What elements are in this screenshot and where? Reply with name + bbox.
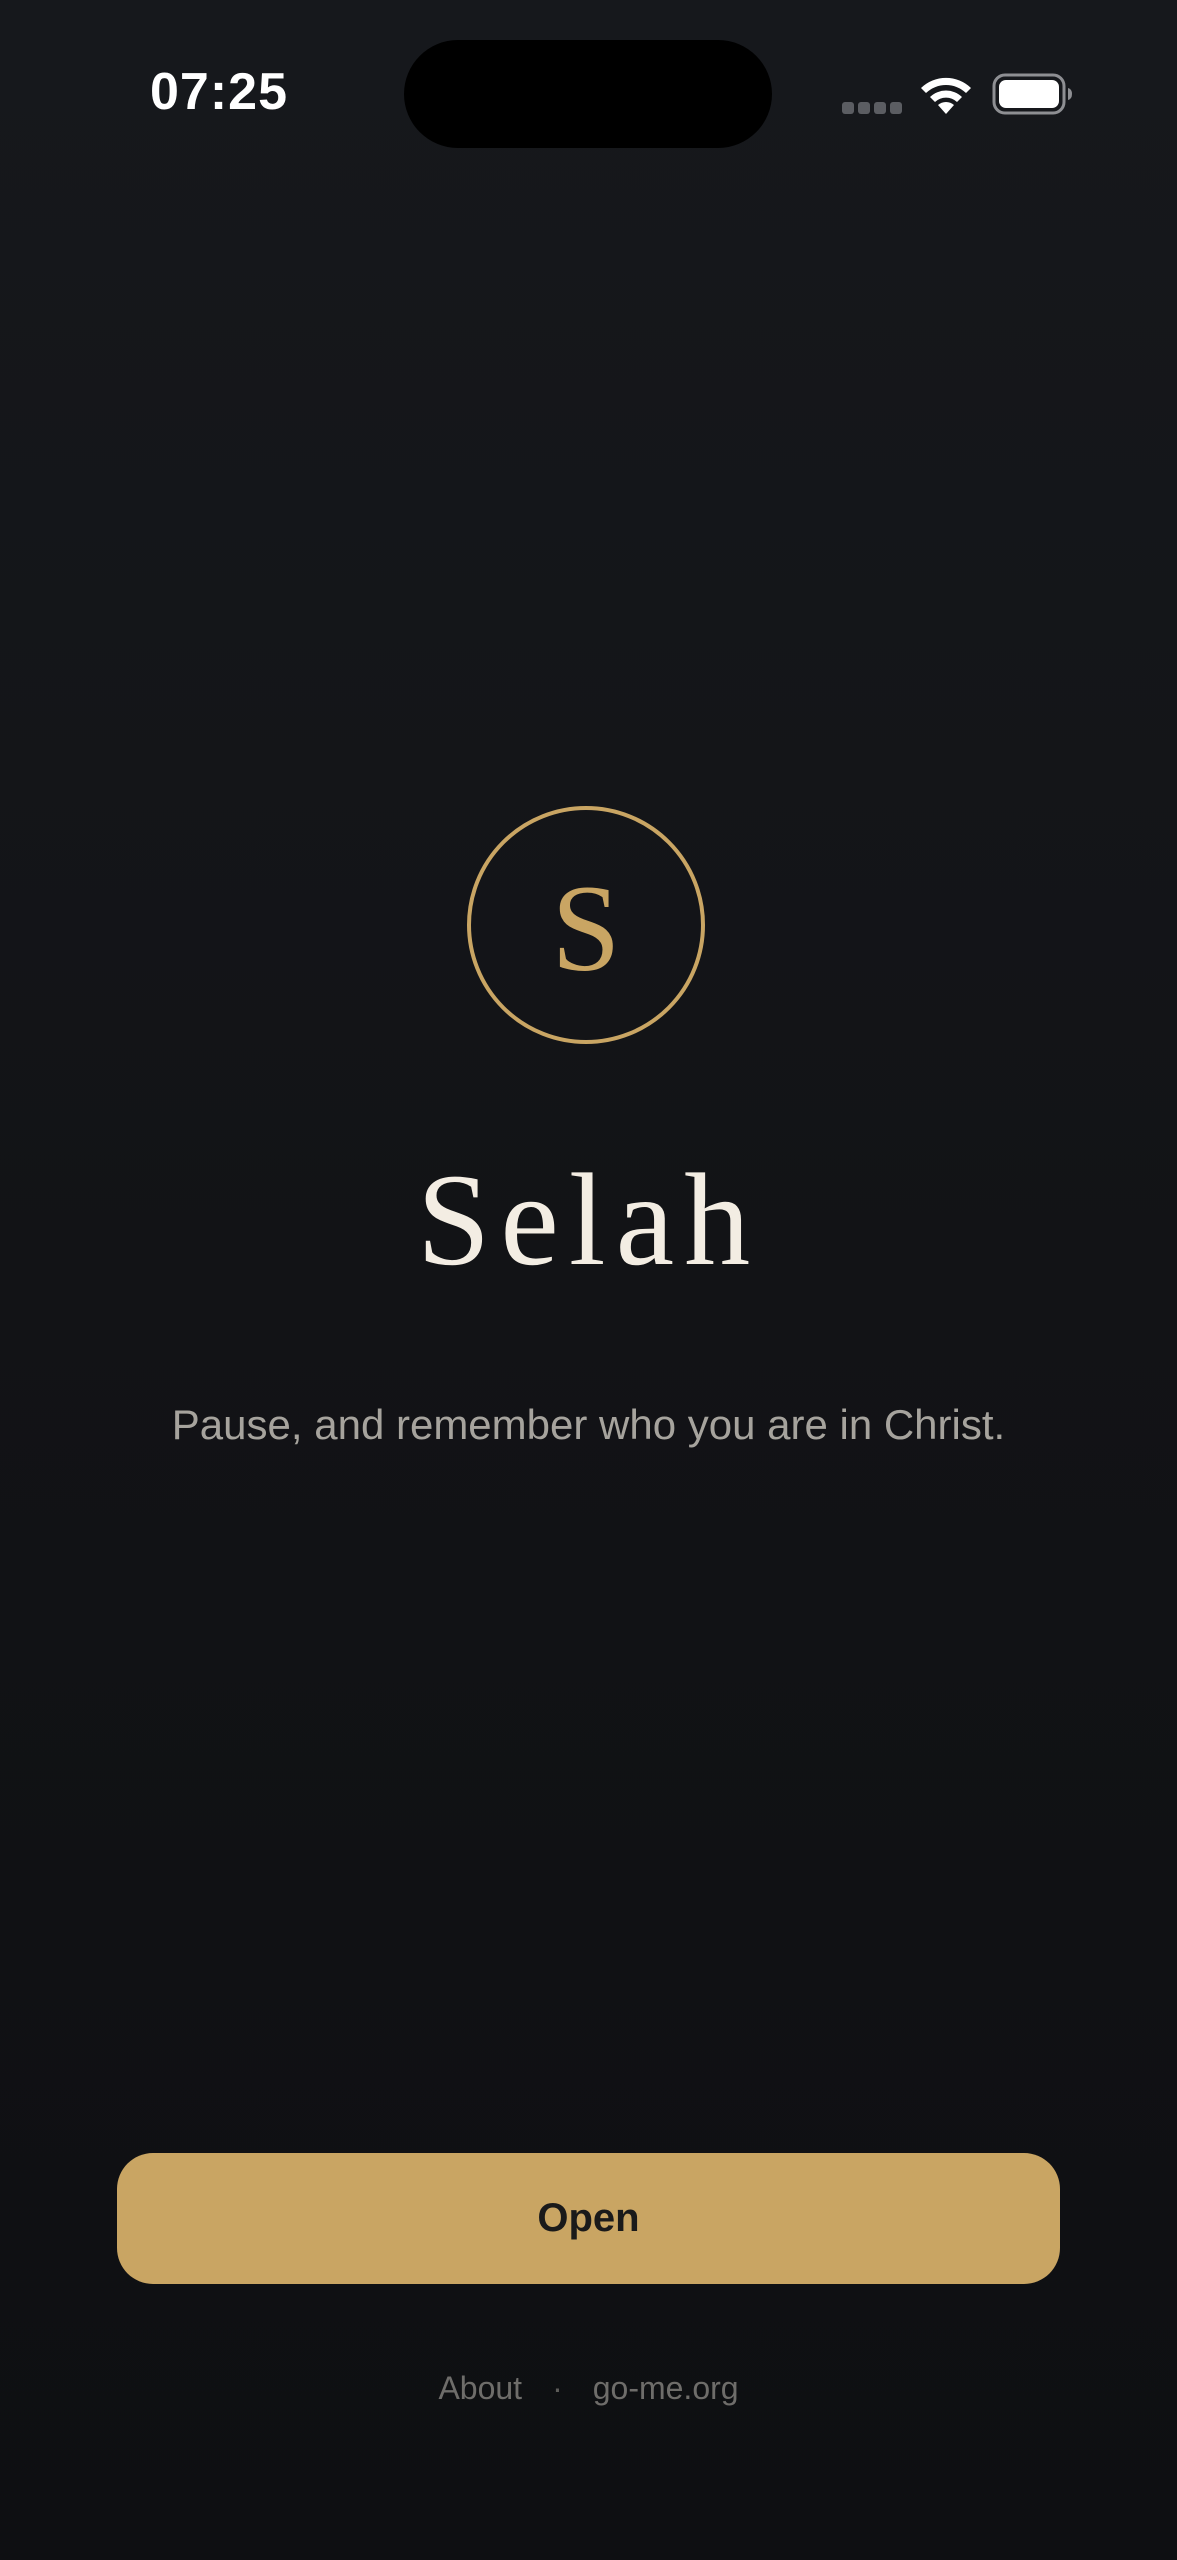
status-bar: 07:25 bbox=[0, 0, 1177, 190]
about-link[interactable]: About bbox=[438, 2370, 522, 2407]
launch-screen: 07:25 S Selah Pause, and remember who yo… bbox=[0, 0, 1177, 2560]
dynamic-island bbox=[404, 40, 772, 148]
footer-separator: · bbox=[552, 2370, 563, 2406]
status-time: 07:25 bbox=[150, 63, 288, 121]
open-button[interactable]: Open bbox=[117, 2153, 1060, 2284]
app-logo: S bbox=[467, 806, 705, 1044]
cellular-signal-icon bbox=[842, 102, 902, 114]
wifi-icon bbox=[921, 77, 971, 114]
logo-letter: S bbox=[551, 860, 621, 997]
footer-links: About · go-me.org bbox=[0, 2370, 1177, 2407]
app-title: Selah bbox=[416, 1146, 761, 1293]
website-link[interactable]: go-me.org bbox=[593, 2370, 739, 2407]
app-tagline: Pause, and remember who you are in Chris… bbox=[171, 1401, 1006, 1448]
battery-icon bbox=[992, 73, 1072, 115]
